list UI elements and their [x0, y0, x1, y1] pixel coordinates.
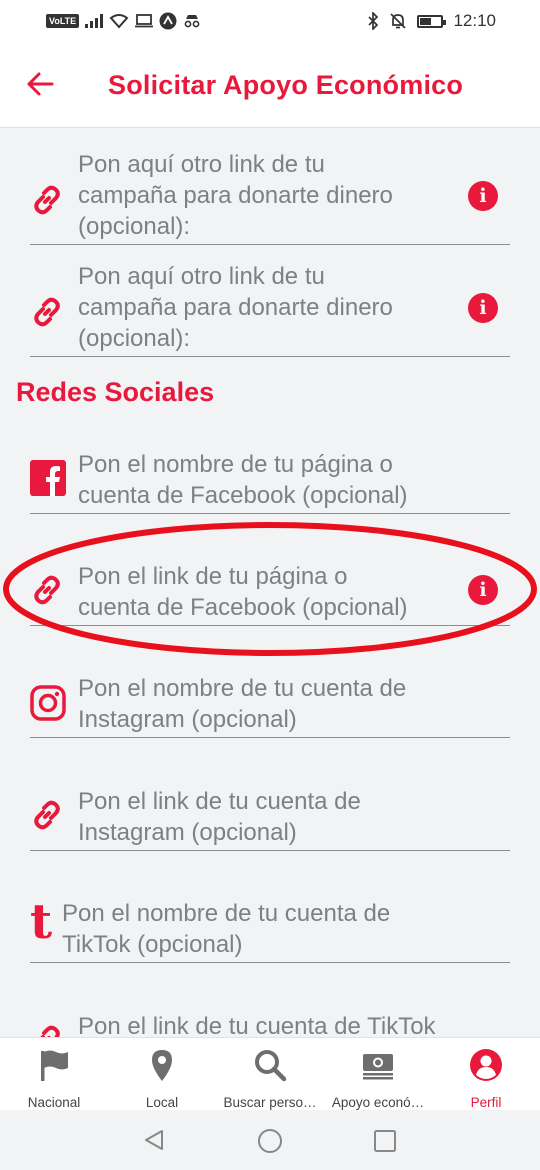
volte-icon: VoLTE [46, 14, 80, 28]
field-text-line: Pon el link de tu página o [78, 563, 348, 590]
battery-icon [417, 14, 447, 28]
field-text-line: (opcional): [78, 213, 191, 240]
field-placeholder: Pon el nombre de tu cuenta de Instagram … [78, 673, 406, 735]
tiktok-name-field[interactable]: t Pon el nombre de tu cuenta de TikTok (… [30, 894, 510, 963]
nav-item-nacional[interactable]: Nacional [0, 1038, 108, 1111]
donation-link-field-1[interactable]: Pon aquí otro link de tu campaña para do… [30, 149, 510, 245]
nav-label: Nacional [27, 1095, 81, 1110]
info-icon[interactable]: i [468, 575, 498, 605]
system-nav-bar [0, 1110, 540, 1170]
money-icon [363, 1054, 393, 1080]
link-icon [34, 800, 60, 830]
facebook-link-field[interactable]: Pon el link de tu página o cuenta de Fac… [30, 559, 510, 626]
section-title-redes-sociales: Redes Sociales [16, 377, 215, 407]
status-right: 12:10 [367, 11, 496, 31]
nav-label: Perfil [470, 1095, 502, 1110]
nav-item-local[interactable]: Local [108, 1038, 216, 1111]
tiktok-icon: t [30, 894, 53, 950]
field-text-line: Pon aquí otro link de tu [78, 151, 325, 178]
link-icon [34, 185, 60, 215]
mute-bell-icon [390, 13, 407, 29]
signal-icon [85, 14, 104, 28]
screen-icon [135, 14, 154, 28]
profile-icon [470, 1049, 502, 1081]
nav-item-buscar[interactable]: Buscar perso… [216, 1038, 324, 1111]
field-text-line: Pon aquí otro link de tu [78, 263, 325, 290]
instagram-icon [30, 685, 66, 721]
link-icon [40, 1025, 60, 1037]
app-bar: Solicitar Apoyo Económico [0, 44, 540, 128]
nav-item-apoyo[interactable]: Apoyo econó… [324, 1038, 432, 1111]
recents-square-icon[interactable] [373, 1129, 397, 1153]
home-circle-icon[interactable] [257, 1128, 283, 1154]
field-text-line: campaña para donarte dinero [78, 182, 393, 209]
status-left: VoLTE [46, 12, 201, 30]
field-text-line: Pon el link de tu cuenta de TikTok [78, 1013, 436, 1037]
link-icon [34, 575, 60, 605]
nav-label: Buscar perso… [223, 1095, 317, 1110]
incognito-icon [184, 15, 200, 28]
location-pin-icon [152, 1050, 172, 1081]
instagram-name-field[interactable]: Pon el nombre de tu cuenta de Instagram … [30, 671, 510, 738]
page-title: Solicitar Apoyo Económico [108, 70, 464, 100]
field-placeholder: Pon aquí otro link de tu campaña para do… [78, 261, 393, 354]
link-icon [34, 297, 60, 327]
field-text-line: (opcional): [78, 325, 191, 352]
bottom-nav: Nacional Local Buscar perso… Apoyo econó… [0, 1037, 540, 1110]
field-text-line: cuenta de Facebook (opcional) [78, 482, 408, 509]
facebook-icon [30, 460, 66, 496]
tiktok-link-field[interactable]: Pon el link de tu cuenta de TikTok [30, 1009, 510, 1037]
instagram-link-field[interactable]: Pon el link de tu cuenta de Instagram (o… [30, 784, 510, 851]
field-text-line: Pon el nombre de tu cuenta de [62, 900, 391, 927]
back-arrow-icon[interactable] [24, 68, 56, 100]
field-text-line: Pon el nombre de tu página o [78, 451, 393, 478]
nav-label: Apoyo econó… [331, 1095, 425, 1110]
field-text-line: Pon el link de tu cuenta de [78, 788, 361, 815]
app-notification-icon [159, 12, 177, 30]
nav-item-perfil[interactable]: Perfil [432, 1038, 540, 1111]
field-placeholder: Pon el nombre de tu cuenta de TikTok (op… [62, 898, 390, 960]
search-icon [255, 1050, 287, 1082]
field-placeholder: Pon el nombre de tu página o cuenta de F… [78, 449, 408, 511]
bluetooth-icon [368, 12, 379, 30]
field-placeholder: Pon el link de tu cuenta de TikTok [78, 1011, 436, 1037]
field-placeholder: Pon aquí otro link de tu campaña para do… [78, 149, 393, 242]
clock: 12:10 [453, 11, 496, 30]
status-bar: VoLTE 12:10 [0, 0, 540, 44]
field-text-line: Pon el nombre de tu cuenta de [78, 675, 407, 702]
flag-icon [41, 1050, 68, 1081]
back-triangle-icon[interactable] [142, 1128, 166, 1152]
field-text-line: campaña para donarte dinero [78, 294, 393, 321]
form-content[interactable]: Pon aquí otro link de tu campaña para do… [0, 129, 540, 1037]
facebook-name-field[interactable]: Pon el nombre de tu página o cuenta de F… [30, 447, 510, 514]
wifi-icon [109, 14, 129, 29]
field-placeholder: Pon el link de tu página o cuenta de Fac… [78, 561, 408, 623]
field-text-line: Instagram (opcional) [78, 706, 297, 733]
field-text-line: Instagram (opcional) [78, 819, 297, 846]
field-text-line: cuenta de Facebook (opcional) [78, 594, 408, 621]
info-icon[interactable]: i [468, 293, 498, 323]
info-icon[interactable]: i [468, 181, 498, 211]
donation-link-field-2[interactable]: Pon aquí otro link de tu campaña para do… [30, 261, 510, 357]
field-text-line: TikTok (opcional) [62, 931, 243, 958]
field-placeholder: Pon el link de tu cuenta de Instagram (o… [78, 786, 361, 848]
nav-label: Local [145, 1095, 179, 1110]
